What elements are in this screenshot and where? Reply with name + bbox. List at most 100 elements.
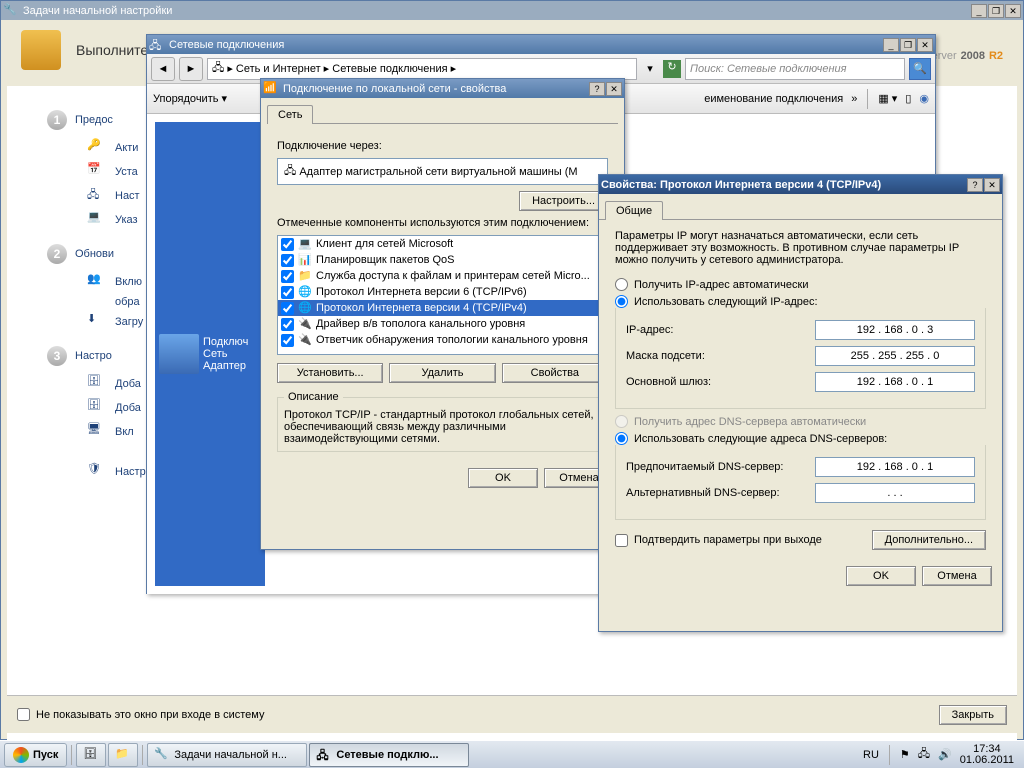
minimize-button[interactable]: _ bbox=[971, 4, 987, 18]
service-icon: 📁 bbox=[298, 269, 312, 283]
breadcrumb-icon: 🖧 bbox=[212, 59, 224, 78]
description-box: Описание Протокол TCP/IP - стандартный п… bbox=[277, 391, 608, 452]
props-help-button[interactable]: ? bbox=[589, 82, 605, 96]
dns1-label: Предпочитаемый DNS-сервер: bbox=[626, 461, 815, 473]
ipv4-properties-dialog: Свойства: Протокол Интернета версии 4 (T… bbox=[598, 174, 1003, 632]
component-row[interactable]: 📁Служба доступа к файлам и принтерам сет… bbox=[278, 268, 607, 284]
ipv4-titlebar: Свойства: Протокол Интернета версии 4 (T… bbox=[599, 175, 1002, 194]
language-indicator[interactable]: RU bbox=[863, 749, 879, 761]
ipv4-icon: 🌐 bbox=[298, 301, 312, 315]
ipv4-cancel-button[interactable]: Отмена bbox=[922, 566, 992, 586]
responder-icon: 🔌 bbox=[298, 333, 312, 347]
component-row-selected[interactable]: 🌐Протокол Интернета версии 4 (TCP/IPv4) bbox=[278, 300, 607, 316]
organize-menu[interactable]: Упорядочить ▾ bbox=[153, 92, 227, 105]
maximize-button[interactable]: ❐ bbox=[988, 4, 1004, 18]
more-button[interactable]: » bbox=[851, 93, 857, 105]
qos-icon: 📊 bbox=[298, 253, 312, 267]
gateway-input[interactable]: 192 . 168 . 0 . 1 bbox=[815, 372, 975, 392]
manual-dns-radio-row[interactable]: Использовать следующие адреса DNS-сервер… bbox=[615, 432, 986, 445]
network-icon: 🖧 bbox=[87, 186, 107, 206]
component-row[interactable]: 📊Планировщик пакетов QoS bbox=[278, 252, 607, 268]
component-row[interactable]: 💻Клиент для сетей Microsoft bbox=[278, 236, 607, 252]
remove-button[interactable]: Удалить bbox=[389, 363, 495, 383]
download-icon: ⬇ bbox=[87, 312, 107, 332]
components-label: Отмеченные компоненты используются этим … bbox=[277, 217, 608, 229]
connection-item[interactable]: Подключ Сеть Адаптер bbox=[155, 122, 265, 586]
address-bar[interactable]: 🖧 ▸ Сеть и Интернет ▸ Сетевые подключени… bbox=[207, 58, 637, 80]
ip-input[interactable]: 192 . 168 . 0 . 3 bbox=[815, 320, 975, 340]
header-text: Выполните bbox=[76, 42, 148, 58]
connection-icon bbox=[159, 334, 199, 374]
dropdown-button[interactable]: ▾ bbox=[641, 62, 659, 75]
bottom-bar: Не показывать это окно при входе в систе… bbox=[7, 695, 1017, 733]
help-button[interactable]: ◉ bbox=[919, 92, 929, 105]
mask-input[interactable]: 255 . 255 . 255 . 0 bbox=[815, 346, 975, 366]
component-row[interactable]: 🔌Ответчик обнаружения топологии канально… bbox=[278, 332, 607, 348]
props-title: Подключение по локальной сети - свойства bbox=[283, 83, 589, 95]
network-folder-icon: 🖧 bbox=[149, 37, 165, 53]
dns2-input[interactable]: . . . bbox=[815, 483, 975, 503]
validate-checkbox[interactable] bbox=[615, 534, 628, 547]
quicklaunch-server[interactable]: 🗄 bbox=[76, 743, 106, 767]
forward-arrow-icon: ► bbox=[186, 63, 197, 75]
system-tray: RU ⚑ 🖧 🔊 17:34 01.06.2011 bbox=[857, 744, 1020, 766]
manual-ip-radio[interactable] bbox=[615, 295, 628, 308]
ipv4-description: Параметры IP могут назначаться автоматич… bbox=[615, 230, 986, 266]
ipv4-close-button[interactable]: ✕ bbox=[984, 178, 1000, 192]
taskbar-item-network[interactable]: 🖧Сетевые подклю... bbox=[309, 743, 469, 767]
component-row[interactable]: 🔌Драйвер в/в тополога канального уровня bbox=[278, 316, 607, 332]
props-titlebar: 📶 Подключение по локальной сети - свойст… bbox=[261, 79, 624, 98]
close-button-main[interactable]: Закрыть bbox=[939, 705, 1007, 725]
users-icon: 👥 bbox=[87, 272, 107, 292]
start-orb-icon bbox=[13, 747, 29, 763]
server-plus-icon: 🗄 bbox=[87, 398, 107, 418]
back-button[interactable]: ◄ bbox=[151, 57, 175, 81]
preview-button[interactable]: ▯ bbox=[905, 92, 911, 105]
view-button[interactable]: ▦ ▾ bbox=[878, 92, 897, 105]
taskbar-item-tasks[interactable]: 🔧Задачи начальной н... bbox=[147, 743, 307, 767]
install-button[interactable]: Установить... bbox=[277, 363, 383, 383]
server-logo-icon bbox=[21, 30, 61, 70]
rename-cmd[interactable]: еименование подключения bbox=[704, 93, 843, 105]
driver-icon: 🔌 bbox=[298, 317, 312, 331]
ipv4-ok-button[interactable]: OK bbox=[846, 566, 916, 586]
tab-general[interactable]: Общие bbox=[605, 201, 663, 220]
exp-maximize-button[interactable]: ❐ bbox=[900, 38, 916, 52]
components-list[interactable]: 💻Клиент для сетей Microsoft 📊Планировщик… bbox=[277, 235, 608, 355]
advanced-button[interactable]: Дополнительно... bbox=[872, 530, 986, 550]
validate-label: Подтвердить параметры при выходе bbox=[634, 534, 822, 546]
tray-sound-icon[interactable]: 🔊 bbox=[938, 748, 952, 761]
auto-dns-radio-row: Получить адрес DNS-сервера автоматически bbox=[615, 415, 986, 428]
exp-minimize-button[interactable]: _ bbox=[883, 38, 899, 52]
close-button[interactable]: ✕ bbox=[1005, 4, 1021, 18]
properties-button[interactable]: Свойства bbox=[502, 363, 608, 383]
calendar-icon: 📅 bbox=[87, 162, 107, 182]
search-input[interactable]: Поиск: Сетевые подключения bbox=[685, 58, 905, 80]
tab-network[interactable]: Сеть bbox=[267, 105, 313, 124]
start-button[interactable]: Пуск bbox=[4, 743, 67, 767]
tray-network-icon[interactable]: 🖧 bbox=[918, 745, 930, 764]
netconn-icon: 🖧 bbox=[316, 747, 332, 763]
ipv4-help-button[interactable]: ? bbox=[967, 178, 983, 192]
exp-close-button[interactable]: ✕ bbox=[917, 38, 933, 52]
clock[interactable]: 17:34 01.06.2011 bbox=[960, 744, 1014, 766]
manual-dns-radio[interactable] bbox=[615, 432, 628, 445]
search-button[interactable]: 🔍 bbox=[909, 58, 931, 80]
manual-ip-radio-row[interactable]: Использовать следующий IP-адрес: bbox=[615, 295, 986, 308]
auto-ip-radio-row[interactable]: Получить IP-адрес автоматически bbox=[615, 278, 986, 291]
connection-properties-dialog: 📶 Подключение по локальной сети - свойст… bbox=[260, 78, 625, 550]
props-close-button[interactable]: ✕ bbox=[606, 82, 622, 96]
adapter-icon: 🖧 bbox=[284, 162, 296, 181]
auto-ip-radio[interactable] bbox=[615, 278, 628, 291]
remote-icon: 🖥 bbox=[87, 422, 107, 442]
quicklaunch-explorer[interactable]: 📁 bbox=[108, 743, 138, 767]
dns1-input[interactable]: 192 . 168 . 0 . 1 bbox=[815, 457, 975, 477]
explorer-icon: 📁 bbox=[115, 747, 131, 763]
props-ok-button[interactable]: OK bbox=[468, 468, 538, 488]
tray-flag-icon[interactable]: ⚑ bbox=[900, 748, 910, 761]
dont-show-checkbox[interactable] bbox=[17, 708, 30, 721]
forward-button[interactable]: ► bbox=[179, 57, 203, 81]
configure-button[interactable]: Настроить... bbox=[519, 191, 608, 211]
component-row[interactable]: 🌐Протокол Интернета версии 6 (TCP/IPv6) bbox=[278, 284, 607, 300]
refresh-button[interactable]: ↻ bbox=[663, 60, 681, 78]
